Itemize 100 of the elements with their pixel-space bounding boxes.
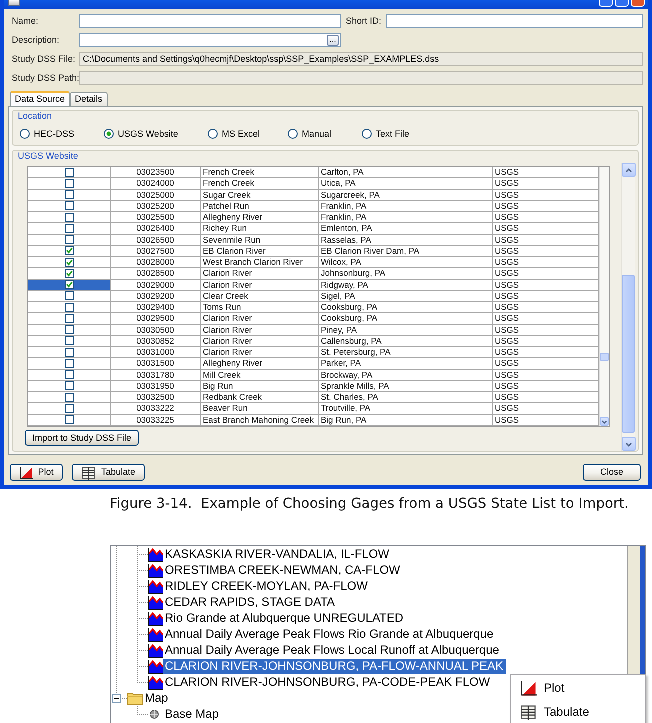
tree-item[interactable]: Base Map xyxy=(163,706,222,722)
text-field[interactable]: ... xyxy=(79,33,341,47)
table-cell: USGS xyxy=(493,403,599,414)
import-button[interactable]: Import to Study DSS File xyxy=(25,430,139,446)
table-cell: Wilcox, PA xyxy=(319,257,493,268)
checkbox[interactable] xyxy=(64,370,74,380)
scroll-down-button[interactable] xyxy=(600,417,609,426)
checkbox[interactable] xyxy=(64,291,74,300)
text-field[interactable] xyxy=(79,14,341,28)
checkbox[interactable] xyxy=(64,358,74,368)
checkbox[interactable] xyxy=(64,348,74,357)
plot-menu-item[interactable]: Plot xyxy=(511,676,645,700)
app-icon xyxy=(8,0,20,6)
table-cell: USGS xyxy=(493,280,599,291)
table-cell: Richey Run xyxy=(201,223,319,234)
scroll-up-button[interactable] xyxy=(622,163,636,177)
radio-option[interactable]: Text File xyxy=(362,129,410,139)
browse-button[interactable]: ... xyxy=(327,34,339,46)
radio-option[interactable]: USGS Website xyxy=(104,129,178,139)
scroll-down-button[interactable] xyxy=(622,437,636,451)
read-only-field[interactable]: C:\Documents and Settings\q0hecmjf\Desktop\ssp\SSP_Examples\SSP_EXAMPLES.dss xyxy=(79,52,643,66)
checkbox[interactable] xyxy=(64,280,74,290)
table-cell: St. Petersburg, PA xyxy=(319,347,493,358)
table-cell: Sevenmile Run xyxy=(201,234,319,246)
tree-item[interactable]: KASKASKIA RIVER-VANDALIA, IL-FLOW xyxy=(163,546,392,562)
tree-item[interactable]: CEDAR RAPIDS, STAGE DATA xyxy=(163,594,338,610)
table-cell: 03024000 xyxy=(111,178,201,190)
tree-item[interactable]: CLARION RIVER-JOHNSONBURG, PA-FLOW-ANNUAL PEAK xyxy=(163,658,506,674)
checkbox[interactable] xyxy=(64,415,74,424)
tab[interactable]: Data Source xyxy=(10,91,70,106)
checkbox[interactable] xyxy=(64,314,74,323)
area-chart-icon xyxy=(148,674,163,690)
read-only-field[interactable] xyxy=(79,71,643,85)
table-cell: USGS xyxy=(493,212,599,224)
table-cell: Franklin, PA xyxy=(319,212,493,224)
checkbox[interactable] xyxy=(64,168,74,177)
table-cell: Allegheny River xyxy=(201,358,319,370)
checkbox[interactable] xyxy=(64,258,74,267)
checkbox[interactable] xyxy=(64,381,74,390)
plot-button[interactable]: Plot xyxy=(10,464,63,481)
radio-option[interactable]: MS Excel xyxy=(208,129,260,139)
table-cell: Parker, PA xyxy=(319,358,493,370)
table-cell: Clarion River xyxy=(201,347,319,358)
checkbox[interactable] xyxy=(64,302,74,312)
table-cell: Troutville, PA xyxy=(319,403,493,414)
tree-item[interactable]: CLARION RIVER-JOHNSONBURG, PA-CODE-PEAK FLOW xyxy=(163,674,492,690)
checkbox[interactable] xyxy=(64,190,74,200)
table-cell: Piney, PA xyxy=(319,324,493,336)
checkbox[interactable] xyxy=(64,325,74,334)
close-dialog-button[interactable]: Close xyxy=(583,464,641,481)
area-chart-icon xyxy=(148,546,163,562)
table-cell: East Branch Mahoning Creek xyxy=(201,414,319,426)
checkbox[interactable] xyxy=(64,268,74,278)
table-cell: 03031780 xyxy=(111,370,201,381)
tab[interactable]: Details xyxy=(70,92,108,106)
scrollbar-thumb[interactable] xyxy=(622,275,635,433)
table-cell: USGS xyxy=(493,324,599,336)
checkbox[interactable] xyxy=(64,235,74,244)
table-cell: French Creek xyxy=(201,167,319,178)
table-cell: Sugarcreek, PA xyxy=(319,190,493,201)
collapse-icon[interactable] xyxy=(112,694,121,702)
table-cell: USGS xyxy=(493,358,599,370)
table-cell: Emlenton, PA xyxy=(319,223,493,234)
tree-item[interactable]: Annual Daily Average Peak Flows Rio Grande at Albuquerque xyxy=(163,626,496,642)
area-chart-icon xyxy=(148,610,163,626)
table-cell: Carlton, PA xyxy=(319,167,493,178)
checkbox[interactable] xyxy=(64,246,74,256)
table-cell: USGS xyxy=(493,380,599,392)
minimize-button[interactable] xyxy=(599,0,613,7)
table-cell: Sugar Creek xyxy=(201,190,319,201)
table-icon xyxy=(81,466,96,480)
scrollbar-thumb[interactable] xyxy=(600,353,609,361)
tree-item[interactable]: ORESTIMBA CREEK-NEWMAN, CA-FLOW xyxy=(163,562,402,578)
tree-item[interactable]: Rio Grande at Alubquerque UNREGULATED xyxy=(163,610,406,626)
checkbox[interactable] xyxy=(64,392,74,402)
chevron-down-icon xyxy=(625,440,633,448)
tree-item[interactable]: Map xyxy=(143,690,170,706)
radio-option[interactable]: Manual xyxy=(288,129,332,139)
checkbox[interactable] xyxy=(64,404,74,413)
table-cell: 03029000 xyxy=(111,280,201,291)
table-cell: 03031950 xyxy=(111,380,201,392)
tree-item[interactable]: RIDLEY CREEK-MOYLAN, PA-FLOW xyxy=(163,578,370,594)
table-cell: USGS xyxy=(493,392,599,404)
checkbox[interactable] xyxy=(64,336,74,346)
checkbox[interactable] xyxy=(64,224,74,233)
tabulate-button[interactable]: Tabulate xyxy=(72,464,145,481)
tree-item[interactable]: Annual Daily Average Peak Flows Local Runoff at Albuquerque xyxy=(163,642,502,658)
table-cell: EB Clarion River Dam, PA xyxy=(319,246,493,257)
checkbox[interactable] xyxy=(64,178,74,188)
checkbox[interactable] xyxy=(64,212,74,222)
table-cell: Big Run, PA xyxy=(319,414,493,426)
maximize-button[interactable] xyxy=(615,0,629,7)
table-cell: Toms Run xyxy=(201,302,319,314)
radio-option[interactable]: HEC-DSS xyxy=(20,129,75,139)
table-cell: 03033225 xyxy=(111,414,201,426)
scrollbar-thumb[interactable] xyxy=(640,546,645,674)
text-field[interactable] xyxy=(386,14,643,28)
close-button[interactable] xyxy=(631,0,645,7)
tabulate-menu-item[interactable]: Tabulate xyxy=(511,700,645,723)
checkbox[interactable] xyxy=(64,201,74,210)
